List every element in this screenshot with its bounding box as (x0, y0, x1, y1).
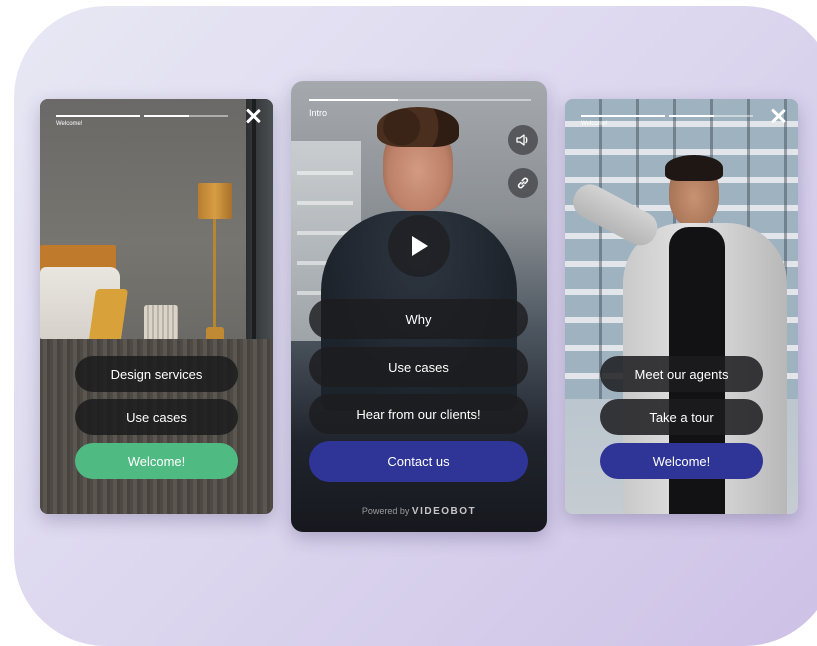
speaker-icon[interactable] (508, 125, 538, 155)
welcome-button[interactable]: Welcome! (600, 443, 763, 479)
powered-by[interactable]: Powered by VIDEOBOT (291, 506, 547, 517)
progress-bar (309, 99, 531, 101)
contact-us-button[interactable]: Contact us (309, 441, 528, 482)
window-frame (246, 99, 273, 359)
story-card-interior[interactable]: Welcome! Design services Use cases Welco… (40, 99, 273, 514)
progress-segment-1 (581, 115, 665, 117)
floor-lamp-pole (213, 219, 216, 329)
progress-segment-2 (144, 115, 228, 117)
close-icon[interactable] (244, 107, 262, 125)
progress-segment-2 (669, 115, 753, 117)
card-title: Welcome! (581, 121, 608, 127)
chair (144, 305, 178, 341)
powered-prefix: Powered by (361, 506, 410, 516)
use-cases-button[interactable]: Use cases (309, 347, 528, 387)
presenter-hair (377, 107, 459, 147)
use-cases-button[interactable]: Use cases (75, 399, 238, 435)
card-title: Intro (309, 108, 328, 118)
design-services-button[interactable]: Design services (75, 356, 238, 392)
story-card-agents[interactable]: Welcome! Meet our agents Take a tour Wel… (565, 99, 798, 514)
story-card-intro[interactable]: Intro Why Use cases Hear from our client… (291, 81, 547, 532)
videobot-logo: VIDEOBOT (411, 506, 477, 517)
progress-segment-1 (56, 115, 140, 117)
agent-hair (665, 155, 723, 181)
card-title: Welcome! (56, 121, 83, 127)
floor-lamp-shade (198, 183, 232, 219)
welcome-button[interactable]: Welcome! (75, 443, 238, 479)
take-a-tour-button[interactable]: Take a tour (600, 399, 763, 435)
close-icon[interactable] (769, 107, 787, 125)
link-icon[interactable] (508, 168, 538, 198)
hear-from-clients-button[interactable]: Hear from our clients! (309, 394, 528, 434)
why-button[interactable]: Why (309, 299, 528, 339)
window-bar (252, 99, 256, 359)
meet-our-agents-button[interactable]: Meet our agents (600, 356, 763, 392)
play-icon[interactable] (388, 215, 450, 277)
